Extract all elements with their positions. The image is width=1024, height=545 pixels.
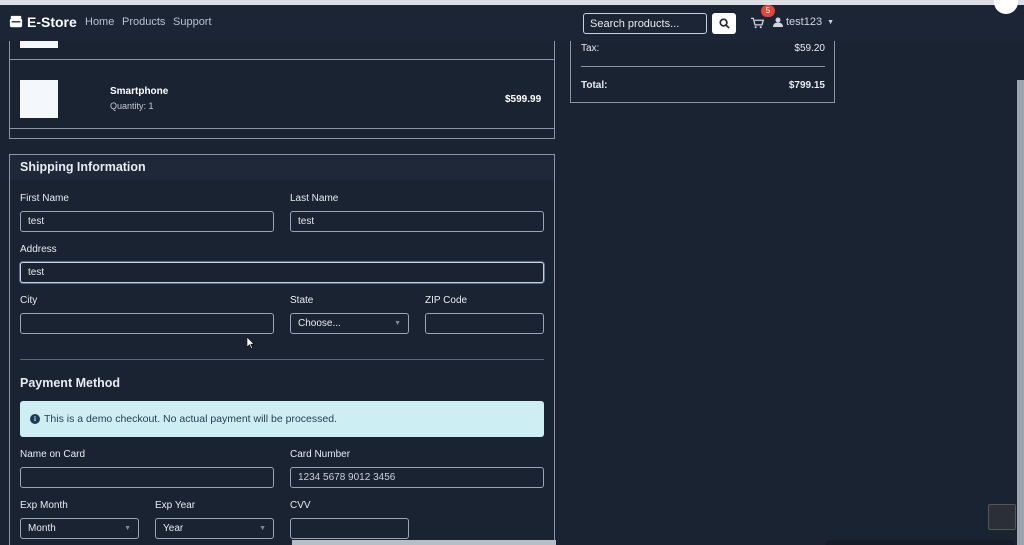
user-menu[interactable]: test123 ▼ — [773, 16, 834, 28]
first-name-label: First Name — [20, 193, 69, 204]
cart-button[interactable] — [751, 16, 765, 34]
zip-label: ZIP Code — [425, 295, 468, 306]
tax-value: $59.20 — [794, 43, 825, 54]
navbar: E-Store Home Products Support 5 test123 … — [0, 5, 1024, 41]
info-icon: i — [30, 414, 40, 424]
exp-year-select[interactable]: Year ▼ — [155, 518, 274, 539]
zip-field[interactable] — [425, 313, 544, 334]
item-name: Smartphone — [110, 86, 169, 97]
nav-link-home[interactable]: Home — [85, 16, 114, 28]
product-thumbnail — [20, 80, 58, 118]
item-price: $599.99 — [505, 94, 542, 105]
chevron-down-icon: ▼ — [259, 525, 266, 532]
demo-notice-alert: i This is a demo checkout. No actual pay… — [20, 401, 544, 437]
card-name-field[interactable] — [20, 467, 274, 488]
item-quantity: Quantity: 1 — [110, 101, 154, 111]
cvv-field[interactable] — [290, 518, 409, 539]
store-icon — [9, 15, 23, 28]
card-number-label: Card Number — [290, 449, 351, 460]
total-value: $799.15 — [788, 80, 825, 91]
last-name-field[interactable] — [290, 211, 544, 232]
state-select[interactable]: Choose... ▼ — [290, 313, 409, 334]
nav-link-support[interactable]: Support — [173, 16, 212, 28]
brand-name: E-Store — [27, 14, 77, 30]
user-name: test123 — [786, 16, 823, 28]
vertical-scrollbar[interactable] — [1017, 80, 1024, 545]
exp-month-select[interactable]: Month ▼ — [20, 518, 139, 539]
city-label: City — [20, 295, 38, 306]
exp-month-value: Month — [28, 523, 56, 534]
state-select-value: Choose... — [298, 318, 341, 329]
horizontal-scrollbar[interactable] — [292, 540, 556, 545]
chevron-down-icon: ▼ — [394, 320, 401, 327]
address-field[interactable] — [20, 262, 544, 283]
exp-year-label: Exp Year — [155, 500, 196, 511]
divider — [10, 128, 554, 129]
chevron-down-icon: ▼ — [827, 18, 835, 26]
shipping-title: Shipping Information — [20, 160, 146, 174]
payment-title: Payment Method — [20, 376, 121, 390]
first-name-field[interactable] — [20, 211, 274, 232]
brand[interactable]: E-Store — [9, 14, 77, 30]
product-thumbnail — [20, 41, 58, 48]
chevron-down-icon: ▼ — [124, 525, 131, 532]
divider — [581, 66, 825, 67]
cvv-label: CVV — [290, 500, 311, 511]
search-icon — [718, 18, 730, 29]
bottom-panel — [825, 540, 1015, 545]
exp-year-value: Year — [163, 523, 184, 534]
demo-notice-text: This is a demo checkout. No actual payme… — [44, 413, 337, 425]
section-divider — [20, 359, 544, 360]
user-icon — [773, 17, 783, 27]
search-input[interactable] — [583, 13, 707, 34]
exp-month-label: Exp Month — [20, 500, 68, 511]
card-name-label: Name on Card — [20, 449, 86, 460]
tax-label: Tax: — [581, 43, 600, 54]
last-name-label: Last Name — [290, 193, 339, 204]
cart-icon — [751, 17, 765, 29]
address-label: Address — [20, 244, 57, 255]
order-items-panel — [9, 41, 555, 139]
mouse-cursor-icon — [246, 336, 255, 354]
corner-widget-icon — [988, 504, 1016, 530]
divider — [10, 59, 554, 60]
card-number-field[interactable] — [290, 467, 544, 488]
state-label: State — [290, 295, 314, 306]
city-field[interactable] — [20, 313, 274, 334]
search-button[interactable] — [712, 13, 736, 34]
total-label: Total: — [581, 80, 608, 91]
nav-link-products[interactable]: Products — [122, 16, 165, 28]
